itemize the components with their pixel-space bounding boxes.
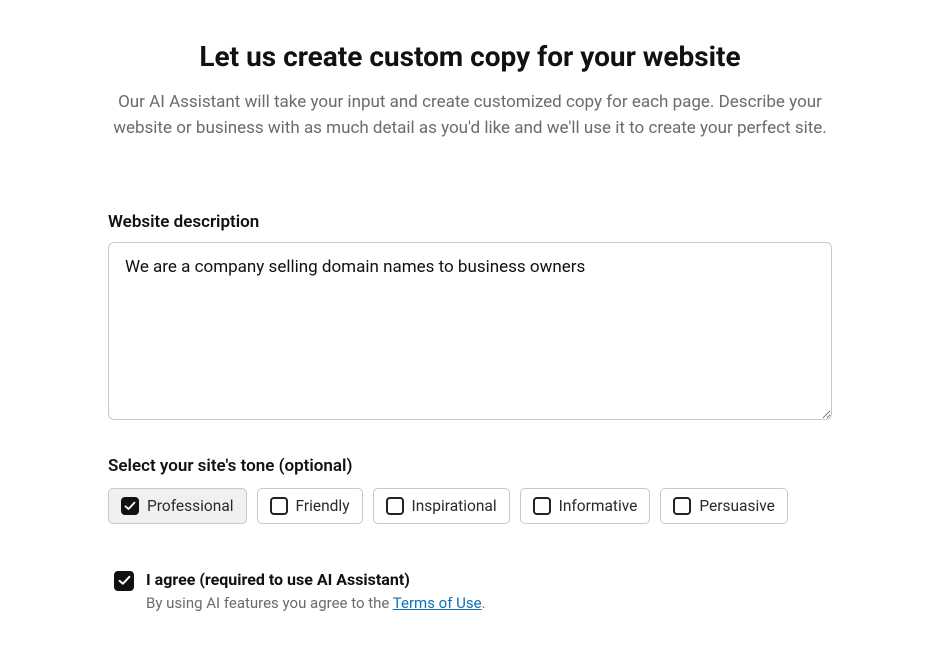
checkbox-icon [270, 497, 288, 515]
tone-option-label: Informative [559, 497, 638, 515]
terms-of-use-link[interactable]: Terms of Use [393, 594, 482, 612]
agree-subtext: By using AI features you agree to the Te… [146, 594, 486, 612]
agree-checkbox[interactable] [114, 571, 134, 591]
tone-option-label: Inspirational [412, 497, 497, 515]
tone-option-persuasive[interactable]: Persuasive [660, 488, 788, 524]
tone-option-label: Professional [147, 497, 234, 515]
tone-option-label: Friendly [296, 497, 350, 515]
tone-option-informative[interactable]: Informative [520, 488, 651, 524]
tone-label: Select your site's tone (optional) [108, 456, 832, 476]
agree-subtext-prefix: By using AI features you agree to the [146, 594, 393, 612]
checkbox-icon [386, 497, 404, 515]
tone-option-friendly[interactable]: Friendly [257, 488, 363, 524]
description-textarea[interactable] [108, 242, 832, 420]
page-title: Let us create custom copy for your websi… [108, 40, 832, 73]
agree-label: I agree (required to use AI Assistant) [146, 570, 486, 589]
tone-option-professional[interactable]: Professional [108, 488, 247, 524]
tone-options-row: Professional Friendly Inspirational Info… [108, 488, 832, 524]
tone-option-inspirational[interactable]: Inspirational [373, 488, 510, 524]
agree-subtext-suffix: . [482, 594, 486, 612]
checkbox-icon [121, 497, 139, 515]
checkbox-icon [673, 497, 691, 515]
description-label: Website description [108, 212, 832, 232]
agree-block: I agree (required to use AI Assistant) B… [108, 570, 832, 612]
page-subtitle: Our AI Assistant will take your input an… [108, 89, 832, 142]
tone-option-label: Persuasive [699, 497, 775, 515]
checkbox-icon [533, 497, 551, 515]
